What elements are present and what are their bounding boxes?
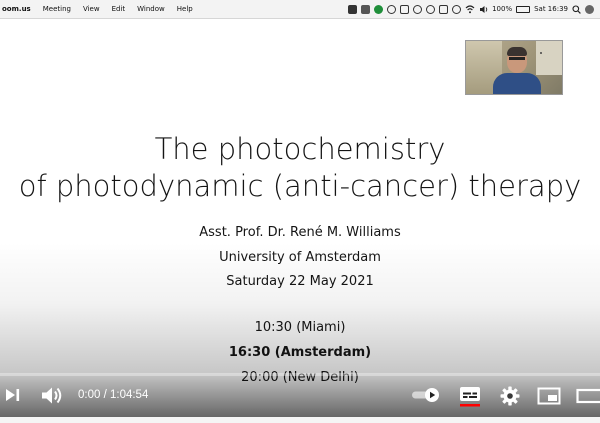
volume-button[interactable] [40, 385, 64, 405]
time-miami: 10:30 (Miami) [254, 320, 346, 335]
battery-monitor-icon[interactable] [361, 4, 371, 14]
volume-icon-player [41, 387, 61, 403]
webcam-background-window [536, 41, 562, 75]
menu-help[interactable]: Help [171, 0, 199, 19]
info-icon[interactable] [413, 4, 423, 14]
menu-left: oom.us Meeting View Edit Window Help [0, 0, 199, 18]
miniplayer-icon [537, 387, 561, 405]
theater-mode-button[interactable] [576, 385, 600, 407]
subtitles-button[interactable] [458, 385, 482, 407]
menu-window[interactable]: Window [131, 0, 171, 19]
zoom-icon[interactable] [348, 4, 358, 14]
user-icon[interactable] [585, 4, 594, 14]
menu-view[interactable]: View [77, 0, 106, 19]
battery-percent: 100% [492, 5, 513, 13]
speaker-hair [507, 47, 527, 56]
miniplayer-button[interactable] [536, 385, 562, 407]
menu-bar: oom.us Meeting View Edit Window Help 100… [0, 0, 600, 19]
slide-institution: University of Amsterdam [219, 249, 381, 265]
progress-bar[interactable] [0, 373, 600, 376]
slide-author: Asst. Prof. Dr. René M. Williams [199, 225, 401, 240]
slide-title: The photochemistry of photodynamic (anti… [0, 131, 600, 205]
cast-icon[interactable] [439, 4, 449, 14]
sync-icon[interactable] [426, 4, 436, 14]
bluetooth-icon[interactable] [400, 4, 410, 14]
slide-times: 10:30 (Miami) 16:30 (Amsterdam) 20:00 (N… [0, 315, 600, 390]
search-icon[interactable] [572, 4, 581, 14]
page-bottom-strip [0, 417, 600, 423]
webcam-thumbnail [465, 40, 563, 95]
subtitles-icon [460, 387, 480, 407]
timer-icon[interactable] [452, 4, 462, 14]
settings-button[interactable] [499, 385, 521, 407]
time-separator: / [100, 389, 110, 401]
slide-info: Asst. Prof. Dr. René M. Williams Univers… [0, 221, 600, 295]
volume-icon[interactable] [479, 5, 488, 14]
menu-tray: 100% Sat 16:39 [348, 4, 600, 14]
cursor-dot [540, 52, 542, 54]
next-button[interactable] [4, 386, 22, 404]
menu-app-name[interactable]: oom.us [0, 0, 37, 19]
green-dot-icon[interactable] [374, 4, 384, 14]
time-display: 0:00 / 1:04:54 [78, 387, 148, 403]
gear-icon [500, 386, 520, 406]
video-player[interactable]: The photochemistry of photodynamic (anti… [0, 19, 600, 417]
music-icon[interactable] [387, 4, 397, 14]
time-amsterdam: 16:30 (Amsterdam) [228, 345, 372, 360]
autoplay-toggle[interactable] [411, 387, 441, 403]
autoplay-icon [412, 388, 439, 402]
theater-mode-icon [576, 388, 600, 404]
battery-icon[interactable] [516, 5, 531, 13]
wifi-icon[interactable] [465, 4, 475, 14]
menu-meeting[interactable]: Meeting [37, 0, 77, 19]
slide-date: Saturday 22 May 2021 [226, 274, 374, 289]
speaker-body [493, 73, 541, 94]
menu-edit[interactable]: Edit [106, 0, 132, 19]
skip-next-icon [6, 389, 20, 401]
menu-clock[interactable]: Sat 16:39 [534, 5, 568, 13]
speaker-glasses [509, 57, 525, 60]
slide-title-line-1: The photochemistry [154, 132, 446, 166]
duration: 1:04:54 [109, 389, 149, 401]
current-time: 0:00 [78, 389, 101, 401]
slide-title-line-2: of photodynamic (anti-cancer) therapy [18, 169, 582, 203]
